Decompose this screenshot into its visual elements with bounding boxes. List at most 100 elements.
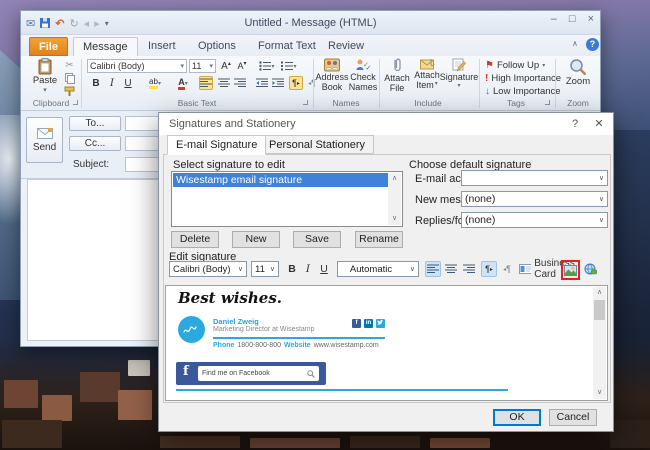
sig-align-right-button[interactable] bbox=[461, 261, 477, 277]
replies-forwards-combo[interactable]: (none) ∨ bbox=[461, 212, 608, 228]
close-button[interactable]: × bbox=[588, 13, 594, 25]
save-button[interactable]: Save bbox=[293, 231, 341, 248]
signature-preview[interactable]: Best wishes. Daniel Zweig Marketing Dire… bbox=[165, 285, 608, 401]
business-card-button[interactable]: Business Card bbox=[519, 261, 591, 277]
font-name-combo[interactable]: Calibri (Body) ▾ bbox=[87, 59, 187, 73]
email-account-combo[interactable]: ∨ bbox=[461, 170, 608, 186]
bullets-button[interactable]: ▾ bbox=[257, 59, 277, 73]
tab-file[interactable]: File bbox=[29, 37, 68, 56]
font-color-button[interactable]: A ▾ bbox=[171, 76, 195, 90]
signature-button[interactable]: Signature ▾ bbox=[443, 58, 475, 89]
align-center-button[interactable] bbox=[217, 76, 231, 90]
paste-button[interactable]: Paste ▾ bbox=[29, 58, 61, 94]
zoom-button[interactable]: Zoom bbox=[561, 58, 595, 87]
tab-format-text[interactable]: Format Text bbox=[249, 37, 325, 56]
tab-email-signature[interactable]: E-mail Signature bbox=[167, 135, 266, 155]
attach-item-label-1: Attach bbox=[414, 70, 440, 80]
tab-review[interactable]: Review bbox=[319, 37, 373, 56]
ok-button[interactable]: OK bbox=[493, 409, 541, 426]
scroll-down-icon[interactable]: ∨ bbox=[388, 213, 401, 225]
italic-button[interactable]: I bbox=[105, 76, 119, 90]
attach-file-button[interactable]: Attach File bbox=[383, 58, 411, 93]
dialog-help-button[interactable]: ? bbox=[563, 113, 587, 135]
tab-options[interactable]: Options bbox=[189, 37, 245, 56]
new-button[interactable]: New bbox=[232, 231, 280, 248]
follow-up-button[interactable]: ⚑ Follow Up ▾ bbox=[485, 59, 545, 71]
sig-align-left-button[interactable] bbox=[425, 261, 441, 277]
dialog-titlebar[interactable]: Signatures and Stationery ? ✕ bbox=[159, 113, 613, 135]
preview-scroll-thumb[interactable] bbox=[594, 300, 605, 320]
redo-icon[interactable]: ↻ bbox=[69, 17, 78, 30]
sig-align-center-button[interactable] bbox=[443, 261, 459, 277]
shrink-font-button[interactable]: A▾ bbox=[235, 59, 249, 73]
sig-font-combo[interactable]: Calibri (Body) ∨ bbox=[169, 261, 247, 277]
collapse-ribbon-icon[interactable]: ∧ bbox=[572, 39, 578, 48]
help-icon[interactable]: ? bbox=[586, 38, 599, 51]
preview-scrollbar[interactable]: ∧ ∨ bbox=[593, 287, 606, 399]
qat-customize-icon[interactable]: ▾ bbox=[105, 19, 109, 28]
clipboard-dialog-launcher-icon[interactable] bbox=[73, 100, 78, 105]
tags-dialog-launcher-icon[interactable] bbox=[545, 100, 550, 105]
decrease-indent-button[interactable] bbox=[255, 76, 269, 90]
increase-indent-button[interactable] bbox=[271, 76, 285, 90]
cut-button[interactable]: ✂ bbox=[63, 59, 76, 71]
ltr-direction-button[interactable]: ¶▸ bbox=[289, 76, 303, 90]
check-names-button[interactable]: ✓✓ Check Names bbox=[349, 58, 377, 92]
twitter-icon[interactable] bbox=[376, 319, 385, 328]
basic-text-dialog-launcher-icon[interactable] bbox=[303, 100, 308, 105]
undo-icon[interactable]: ↶ bbox=[55, 17, 64, 30]
cc-button[interactable]: Cc... bbox=[69, 136, 121, 151]
sig-rtl-button[interactable]: ◂¶ bbox=[499, 261, 515, 277]
tab-message[interactable]: Message bbox=[73, 37, 138, 56]
high-importance-button[interactable]: ! High Importance bbox=[485, 72, 561, 84]
forward-icon[interactable]: ▸ bbox=[94, 17, 100, 30]
scroll-up-icon[interactable]: ∧ bbox=[388, 173, 401, 185]
facebook-banner-search[interactable]: Find me on Facebook bbox=[198, 366, 319, 381]
tab-insert[interactable]: Insert bbox=[139, 37, 185, 56]
copy-button[interactable] bbox=[63, 72, 76, 84]
insert-picture-button[interactable] bbox=[563, 262, 578, 278]
maximize-button[interactable]: □ bbox=[569, 13, 576, 25]
underline-button[interactable]: U bbox=[121, 76, 135, 90]
preview-scroll-down-icon[interactable]: ∨ bbox=[593, 387, 606, 399]
insert-hyperlink-button[interactable] bbox=[583, 261, 598, 277]
minimize-button[interactable]: – bbox=[551, 13, 557, 25]
back-icon[interactable]: ◂ bbox=[84, 17, 90, 30]
low-importance-button[interactable]: ↓ Low Importance bbox=[485, 85, 561, 97]
website-value[interactable]: www.wisestamp.com bbox=[314, 342, 379, 349]
magnifier-icon bbox=[569, 58, 587, 76]
attach-item-button[interactable]: Attach Item▾ bbox=[413, 58, 441, 90]
preview-scroll-up-icon[interactable]: ∧ bbox=[593, 287, 606, 299]
sig-ltr-button[interactable]: ¶▸ bbox=[481, 261, 497, 277]
facebook-banner[interactable]: f Find me on Facebook bbox=[176, 362, 326, 385]
highlight-button[interactable]: ab ▾ bbox=[143, 76, 167, 90]
save-icon[interactable] bbox=[40, 18, 50, 28]
align-left-button[interactable] bbox=[199, 76, 213, 90]
numbering-button[interactable]: ▾ bbox=[279, 59, 299, 73]
tab-personal-stationery[interactable]: Personal Stationery bbox=[260, 135, 374, 154]
new-messages-combo[interactable]: (none) ∨ bbox=[461, 191, 608, 207]
align-right-button[interactable] bbox=[233, 76, 247, 90]
address-book-button[interactable]: Address Book bbox=[317, 58, 347, 92]
send-button[interactable]: Send bbox=[26, 117, 63, 163]
linkedin-icon[interactable]: in bbox=[364, 319, 373, 328]
sig-bold-button[interactable]: B bbox=[285, 261, 299, 277]
bold-button[interactable]: B bbox=[89, 76, 103, 90]
sig-italic-button[interactable]: I bbox=[301, 261, 315, 277]
rename-button[interactable]: Rename bbox=[355, 231, 403, 248]
window-titlebar[interactable]: Untitled - Message (HTML) ✉ ↶ ↻ ◂ ▸ ▾ – … bbox=[21, 11, 600, 35]
signature-list-item[interactable]: Wisestamp email signature bbox=[173, 173, 388, 187]
format-painter-button[interactable] bbox=[63, 85, 76, 97]
delete-button[interactable]: Delete bbox=[171, 231, 219, 248]
signature-listbox[interactable]: Wisestamp email signature ∧ ∨ bbox=[171, 171, 403, 227]
to-button[interactable]: To... bbox=[69, 116, 121, 131]
facebook-icon[interactable]: f bbox=[352, 319, 361, 328]
sig-size-combo[interactable]: 11 ∨ bbox=[251, 261, 279, 277]
cancel-button[interactable]: Cancel bbox=[549, 409, 597, 426]
font-size-combo[interactable]: 11 ▾ bbox=[189, 59, 216, 73]
sig-color-combo[interactable]: Automatic ∨ bbox=[337, 261, 419, 277]
listbox-scrollbar[interactable]: ∧ ∨ bbox=[388, 173, 401, 225]
grow-font-button[interactable]: A▴ bbox=[219, 59, 233, 73]
sig-underline-button[interactable]: U bbox=[317, 261, 331, 277]
dialog-close-button[interactable]: ✕ bbox=[587, 113, 611, 135]
